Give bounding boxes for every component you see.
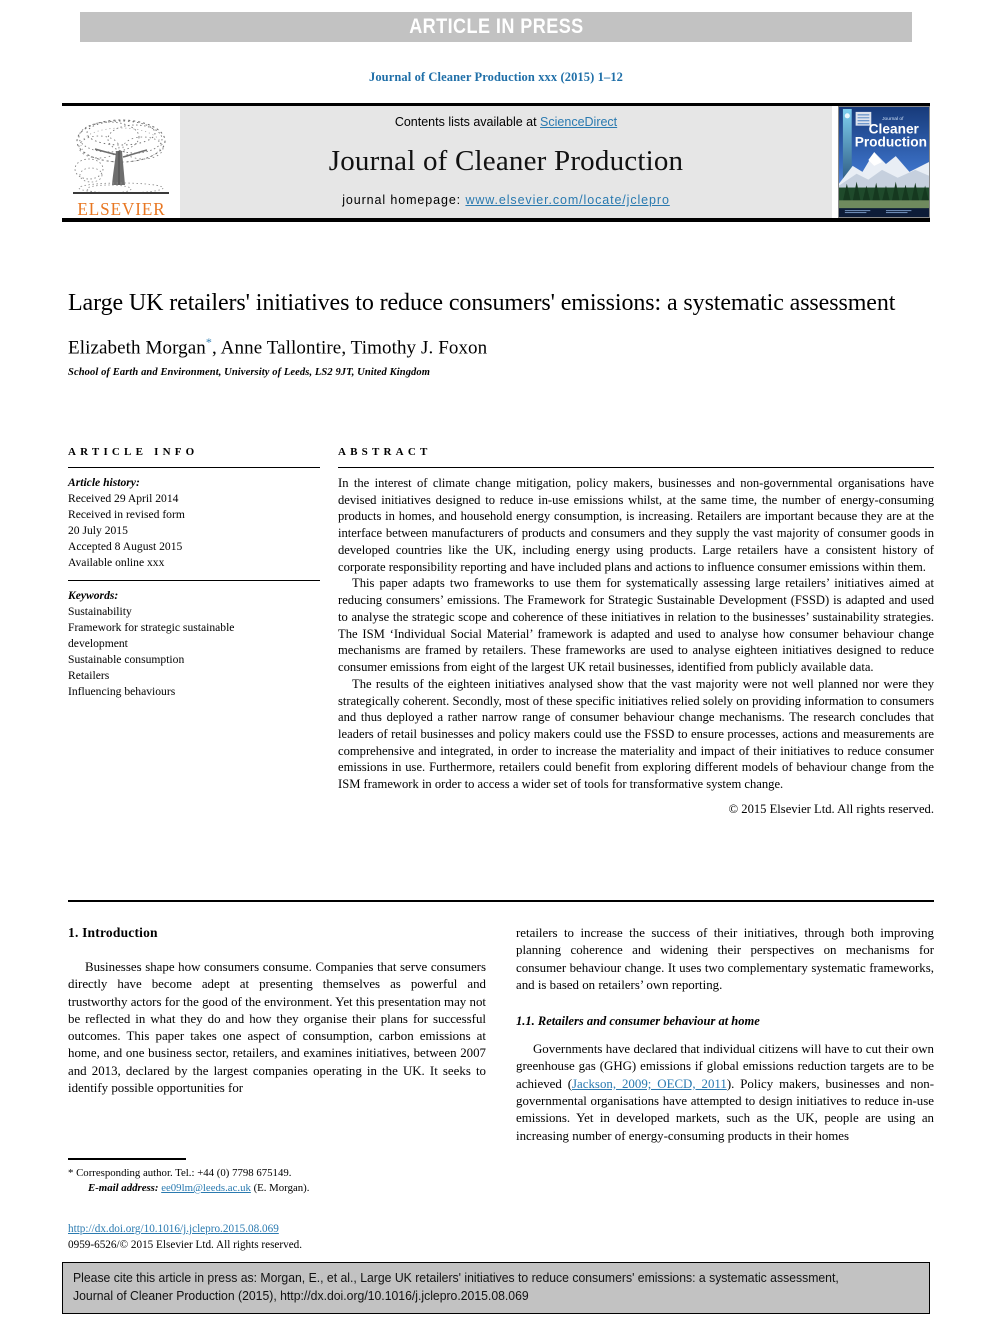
article-history-item: 20 July 2015 [68, 523, 128, 537]
intro-paragraph-left: Businesses shape how consumers consume. … [68, 960, 486, 1095]
doi-link[interactable]: http://dx.doi.org/10.1016/j.jclepro.2015… [68, 1223, 279, 1235]
keyword-item: Sustainable consumption [68, 652, 185, 666]
article-history-item: Accepted 8 August 2015 [68, 539, 183, 553]
journal-homepage-link[interactable]: www.elsevier.com/locate/jclepro [465, 193, 669, 207]
elsevier-logo: ELSEVIER [62, 106, 180, 218]
author-corresponding: Elizabeth Morgan [68, 337, 206, 359]
cite-line-2: Journal of Cleaner Production (2015), ht… [73, 1288, 529, 1303]
keyword-item: Influencing behaviours [68, 684, 176, 698]
article-in-press-banner: ARTICLE IN PRESS [80, 12, 912, 42]
doi-block: http://dx.doi.org/10.1016/j.jclepro.2015… [68, 1222, 486, 1253]
keywords-label: Keywords: [68, 588, 119, 602]
homepage-prefix: journal homepage: [342, 193, 466, 207]
abstract-heading: ABSTRACT [338, 446, 432, 458]
footnote-email-line: E-mail address: ee09lm@leeds.ac.uk (E. M… [68, 1181, 486, 1196]
running-head-citation: Journal of Cleaner Production xxx (2015)… [368, 70, 624, 84]
footnote-block: * Corresponding author. Tel.: +44 (0) 77… [68, 1158, 486, 1196]
journal-homepage-line: journal homepage: www.elsevier.com/locat… [342, 193, 670, 207]
issn-copyright-line: 0959-6526/© 2015 Elsevier Ltd. All right… [68, 1238, 303, 1251]
footnote-rule [68, 1158, 186, 1160]
page-title: Large UK retailers' initiatives to reduc… [68, 290, 896, 316]
cite-this-article-box: Please cite this article in press as: Mo… [62, 1262, 930, 1314]
article-info-rule [68, 467, 320, 468]
author-list: Elizabeth Morgan*, Anne Tallontire, Timo… [68, 335, 928, 359]
contents-lists-prefix: Contents lists available at [394, 115, 541, 129]
email-address-label: E-mail address: [88, 1181, 159, 1194]
abstract-paragraph: In the interest of climate change mitiga… [338, 476, 934, 574]
intro-paragraph-right-continued: retailers to increase the success of the… [516, 926, 934, 992]
elsevier-tree-icon [73, 119, 169, 194]
article-in-press-label: ARTICLE IN PRESS [408, 15, 584, 38]
contents-lists-line: Contents lists available at ScienceDirec… [395, 115, 617, 129]
body-column-left: 1. Introduction Businesses shape how con… [68, 925, 486, 1145]
keyword-item: development [68, 636, 128, 650]
journal-cover-art: Journal of Cleaner Production [839, 107, 929, 217]
article-info-heading: ARTICLE INFO [68, 446, 199, 458]
journal-cover-thumbnail: Journal of Cleaner Production [838, 106, 930, 218]
keyword-item: Framework for strategic sustainable [68, 620, 235, 634]
abstract-paragraph: This paper adapts two frameworks to use … [338, 576, 934, 675]
abstract-copyright: © 2015 Elsevier Ltd. All rights reserved… [728, 801, 934, 816]
keyword-item: Sustainability [68, 604, 132, 618]
article-history-item: Available online xxx [68, 555, 165, 569]
keywords-rule [68, 579, 320, 581]
corresponding-author-email-link[interactable]: ee09lm@leeds.ac.uk [161, 1182, 251, 1194]
article-history-label: Article history: [68, 476, 140, 489]
journal-title: Journal of Cleaner Production [328, 144, 684, 177]
article-history-item: Received 29 April 2014 [68, 491, 179, 505]
abstract-column: ABSTRACT In the interest of climate chan… [338, 446, 934, 817]
email-owner-suffix: (E. Morgan). [253, 1181, 310, 1194]
masthead-bottom-rule [62, 218, 930, 222]
abstract-paragraph: The results of the eighteen initiatives … [338, 676, 934, 792]
body-column-right: retailers to increase the success of the… [516, 925, 934, 1145]
body-two-column-layout: 1. Introduction Businesses shape how con… [68, 925, 934, 1145]
subsection-heading-retailers-consumer-behaviour: 1.1. Retailers and consumer behaviour at… [516, 1014, 760, 1029]
info-and-abstract: ARTICLE INFO Article history: Received 2… [68, 446, 934, 817]
elsevier-wordmark: ELSEVIER [76, 199, 166, 219]
abstract-rule [338, 467, 934, 468]
article-info-column: ARTICLE INFO Article history: Received 2… [68, 446, 320, 817]
author-list-rest: , Anne Tallontire, Timothy J. Foxon [212, 337, 488, 359]
journal-masthead: ELSEVIER Contents lists available at Sci… [62, 103, 930, 222]
footnote-corresponding-author: * Corresponding author. Tel.: +44 (0) 77… [68, 1166, 292, 1179]
author-affiliation: School of Earth and Environment, Univers… [68, 367, 431, 379]
svg-text:Production: Production [855, 134, 927, 149]
section-heading-introduction: 1. Introduction [68, 925, 158, 940]
masthead-center-panel: Contents lists available at ScienceDirec… [180, 106, 832, 218]
cite-line-1: Please cite this article in press as: Mo… [73, 1271, 839, 1285]
keyword-item: Retailers [68, 668, 110, 682]
article-history-item: Received in revised form [68, 507, 185, 521]
title-block: Large UK retailers' initiatives to reduc… [68, 288, 928, 378]
body-separator-rule [68, 900, 934, 902]
sciencedirect-link[interactable]: ScienceDirect [540, 115, 617, 129]
subsection-paragraph: Governments have declared that individua… [516, 1041, 934, 1145]
citation-link[interactable]: Jackson, 2009; OECD, 2011 [572, 1077, 727, 1091]
